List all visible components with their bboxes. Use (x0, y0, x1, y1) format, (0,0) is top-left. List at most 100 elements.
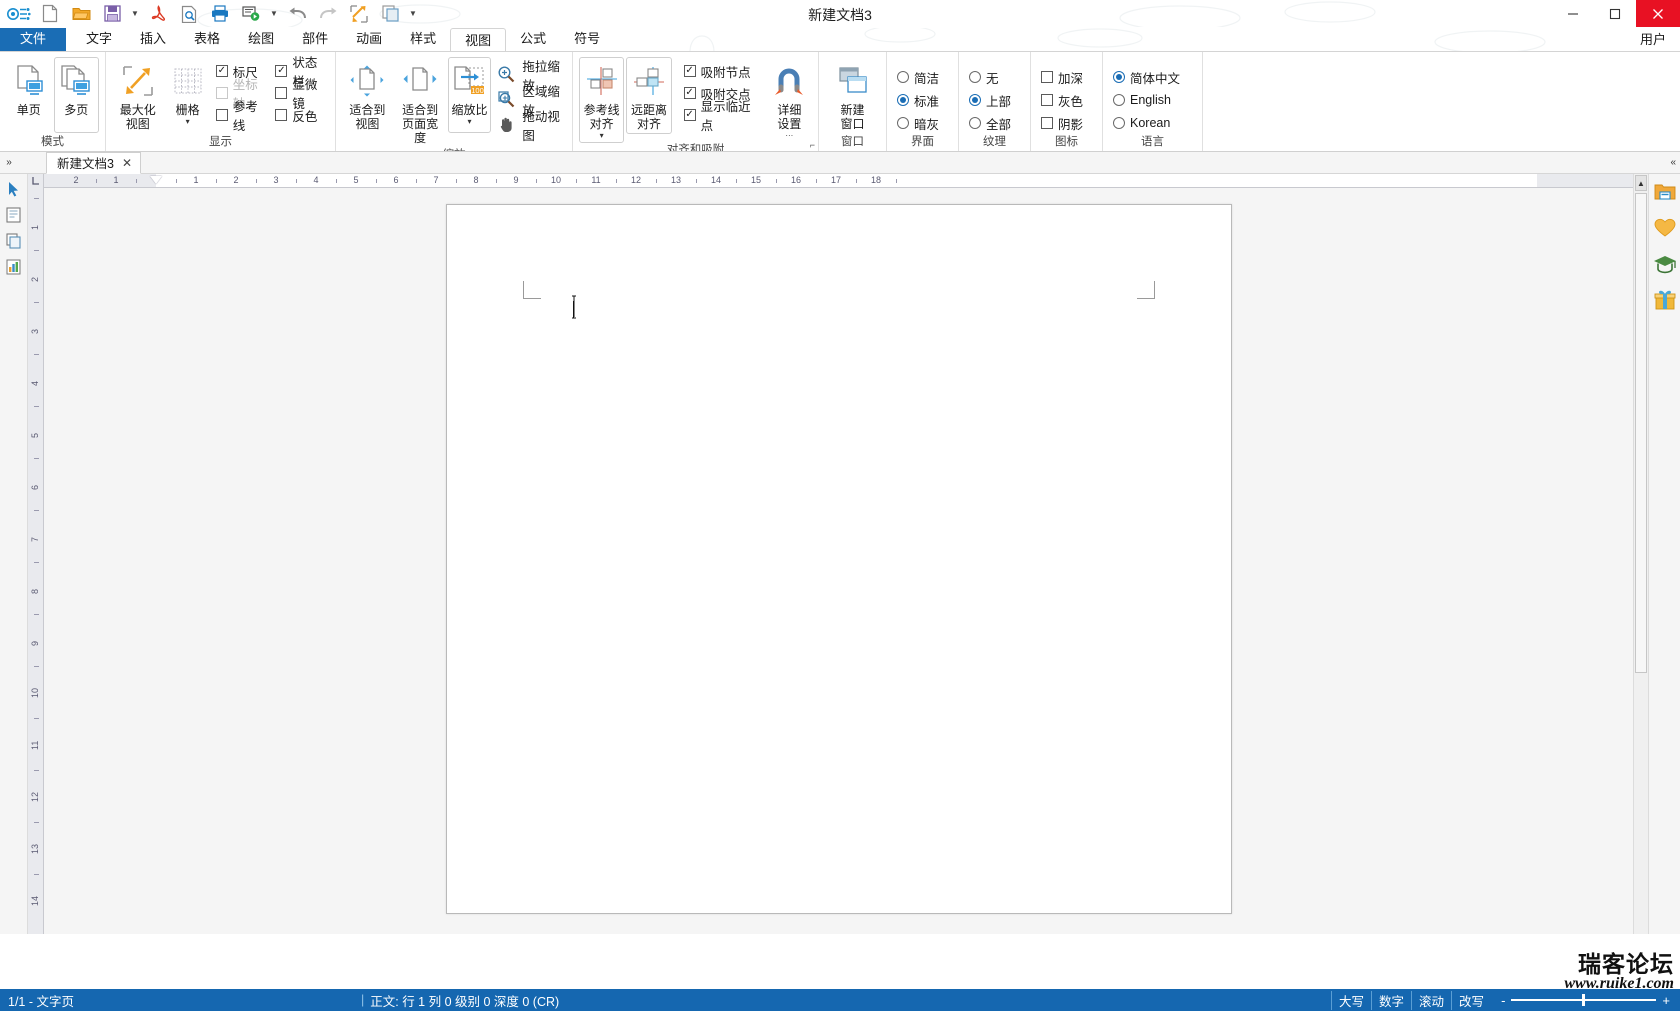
num-lock-flag[interactable]: 数字 (1371, 991, 1411, 1010)
folder-save-icon[interactable] (1653, 180, 1677, 204)
snap-node-checkbox-box[interactable]: ✓ (684, 65, 696, 77)
logo-icon[interactable] (4, 1, 34, 27)
language-english-radio[interactable]: English (1113, 91, 1180, 109)
right-shortcut-panel[interactable] (1648, 174, 1680, 934)
user-label[interactable]: 用户 (1640, 29, 1666, 48)
ribbon-tab-text[interactable]: 文字 (72, 28, 126, 51)
left-panel-toggle[interactable]: » (0, 157, 18, 168)
align-snap-dialog-launcher[interactable]: ⌐ (810, 140, 815, 150)
vertical-scrollbar[interactable]: ▲ (1633, 174, 1648, 934)
copy-page-tool[interactable] (3, 230, 25, 252)
icon-shadow-checkbox-box[interactable] (1041, 117, 1053, 129)
statusbar-checkbox-box[interactable]: ✓ (275, 65, 287, 77)
long-distance-align-button[interactable]: 远距离 对齐 (626, 57, 671, 134)
texture-all-radio[interactable]: 全部 (969, 114, 1011, 132)
texture-none-radio[interactable]: 无 (969, 68, 1011, 86)
close-icon[interactable]: ✕ (122, 156, 132, 170)
slideshow-dropdown-caret[interactable]: ▼ (267, 1, 281, 27)
invert-color-checkbox-box[interactable] (275, 109, 287, 121)
document-canvas[interactable]: 21123456789101112131415161718 (44, 174, 1633, 934)
language-korean-radio[interactable]: Korean (1113, 114, 1180, 132)
copy-format-icon[interactable] (375, 1, 405, 27)
grid-button[interactable]: 栅格 ▾ (165, 57, 209, 133)
left-tool-strip[interactable] (0, 174, 28, 934)
icon-shadow-checkbox[interactable]: 阴影 (1041, 114, 1083, 132)
magnifier-checkbox-box[interactable] (275, 87, 287, 99)
texture-top-radio-dot[interactable] (969, 94, 981, 106)
ribbon-tab-parts[interactable]: 部件 (288, 28, 342, 51)
slideshow-icon[interactable] (236, 1, 266, 27)
ribbon-tab-style[interactable]: 样式 (396, 28, 450, 51)
overwrite-flag[interactable]: 改写 (1451, 991, 1491, 1010)
new-window-button[interactable]: 新建 窗口 (828, 57, 878, 134)
ribbon-tab-draw[interactable]: 绘图 (234, 28, 288, 51)
guideline-align-button[interactable]: 参考线 对齐 ▾ (579, 57, 624, 143)
graduation-cap-icon[interactable] (1653, 252, 1677, 276)
first-line-indent-marker[interactable] (150, 176, 162, 184)
interface-standard-radio-dot[interactable] (897, 94, 909, 106)
texture-none-radio-dot[interactable] (969, 71, 981, 83)
guideline-checkbox[interactable]: 参考线 (216, 106, 264, 124)
fullscreen-icon[interactable] (344, 1, 374, 27)
document-tab[interactable]: 新建文档3 ✕ (46, 152, 141, 174)
language-english-radio-dot[interactable] (1113, 94, 1125, 106)
texture-all-radio-dot[interactable] (969, 117, 981, 129)
detail-settings-more-caret[interactable]: ··· (785, 132, 793, 140)
zoom-slider-track[interactable] (1511, 999, 1656, 1001)
zoom-in-button[interactable]: + (1662, 993, 1670, 1008)
scroll-up-button[interactable]: ▲ (1635, 175, 1647, 191)
ruler-checkbox-box[interactable]: ✓ (216, 65, 228, 77)
right-panel-toggle[interactable]: « (1670, 157, 1676, 168)
maximize-view-button[interactable]: 最大化 视图 (112, 57, 163, 134)
document-page[interactable] (446, 204, 1232, 914)
export-pdf-icon[interactable] (143, 1, 173, 27)
invert-color-checkbox[interactable]: 反色 (275, 106, 323, 124)
single-page-button[interactable]: 单页 (6, 57, 52, 133)
interface-standard-radio[interactable]: 标准 (897, 91, 939, 109)
zoom-ratio-dropdown-caret[interactable]: ▾ (467, 118, 471, 126)
icon-gray-checkbox-box[interactable] (1041, 94, 1053, 106)
print-icon[interactable] (205, 1, 235, 27)
more-commands-caret[interactable]: ▼ (406, 1, 420, 27)
quick-access-toolbar[interactable]: ▼ ▼ (0, 1, 420, 27)
scroll-lock-flag[interactable]: 滚动 (1411, 991, 1451, 1010)
ribbon-tab-formula[interactable]: 公式 (506, 28, 560, 51)
caps-lock-flag[interactable]: 大写 (1331, 991, 1371, 1010)
interface-dark-gray-radio-dot[interactable] (897, 117, 909, 129)
save-dropdown-caret[interactable]: ▼ (128, 1, 142, 27)
ribbon-tab-symbol[interactable]: 符号 (560, 28, 614, 51)
magnifier-checkbox[interactable]: 显微镜 (275, 84, 323, 102)
interface-dark-gray-radio[interactable]: 暗灰 (897, 114, 939, 132)
icon-gray-checkbox[interactable]: 灰色 (1041, 91, 1083, 109)
grid-dropdown-caret[interactable]: ▾ (186, 118, 190, 126)
chart-tool[interactable] (3, 256, 25, 278)
new-document-icon[interactable] (35, 1, 65, 27)
vertical-scroll-thumb[interactable] (1635, 193, 1647, 673)
show-nearby-points-checkbox[interactable]: ✓ 显示临近点 (684, 106, 755, 124)
minimize-button[interactable] (1552, 0, 1594, 28)
gift-icon[interactable] (1653, 288, 1677, 312)
snap-intersection-checkbox-box[interactable]: ✓ (684, 87, 696, 99)
window-controls[interactable] (1552, 0, 1680, 28)
multi-page-button[interactable]: 多页 (54, 57, 100, 133)
vertical-ruler[interactable]: 1234567891011121314 (28, 174, 44, 934)
icon-darken-checkbox[interactable]: 加深 (1041, 68, 1083, 86)
guideline-checkbox-box[interactable] (216, 109, 228, 121)
detail-settings-button[interactable]: 详细 设置 ··· (767, 57, 812, 143)
interface-simple-radio-dot[interactable] (897, 71, 909, 83)
maximize-restore-button[interactable] (1594, 0, 1636, 28)
ribbon-tab-table[interactable]: 表格 (180, 28, 234, 51)
close-button[interactable] (1636, 0, 1680, 28)
icon-darken-checkbox-box[interactable] (1041, 71, 1053, 83)
show-nearby-points-checkbox-box[interactable]: ✓ (684, 109, 696, 121)
language-simplified-chinese-radio[interactable]: 简体中文 (1113, 68, 1180, 86)
undo-icon[interactable] (282, 1, 312, 27)
zoom-slider-thumb[interactable] (1582, 994, 1585, 1006)
guideline-align-dropdown-caret[interactable]: ▾ (600, 132, 604, 140)
pan-view-command[interactable]: 拖动视图 (497, 115, 562, 135)
horizontal-ruler[interactable]: 21123456789101112131415161718 (44, 174, 1633, 188)
ribbon-tab-insert[interactable]: 插入 (126, 28, 180, 51)
heart-icon[interactable] (1653, 216, 1677, 240)
fit-to-page-width-button[interactable]: 适合到 页面宽度 (395, 57, 446, 148)
page-tool[interactable] (3, 204, 25, 226)
